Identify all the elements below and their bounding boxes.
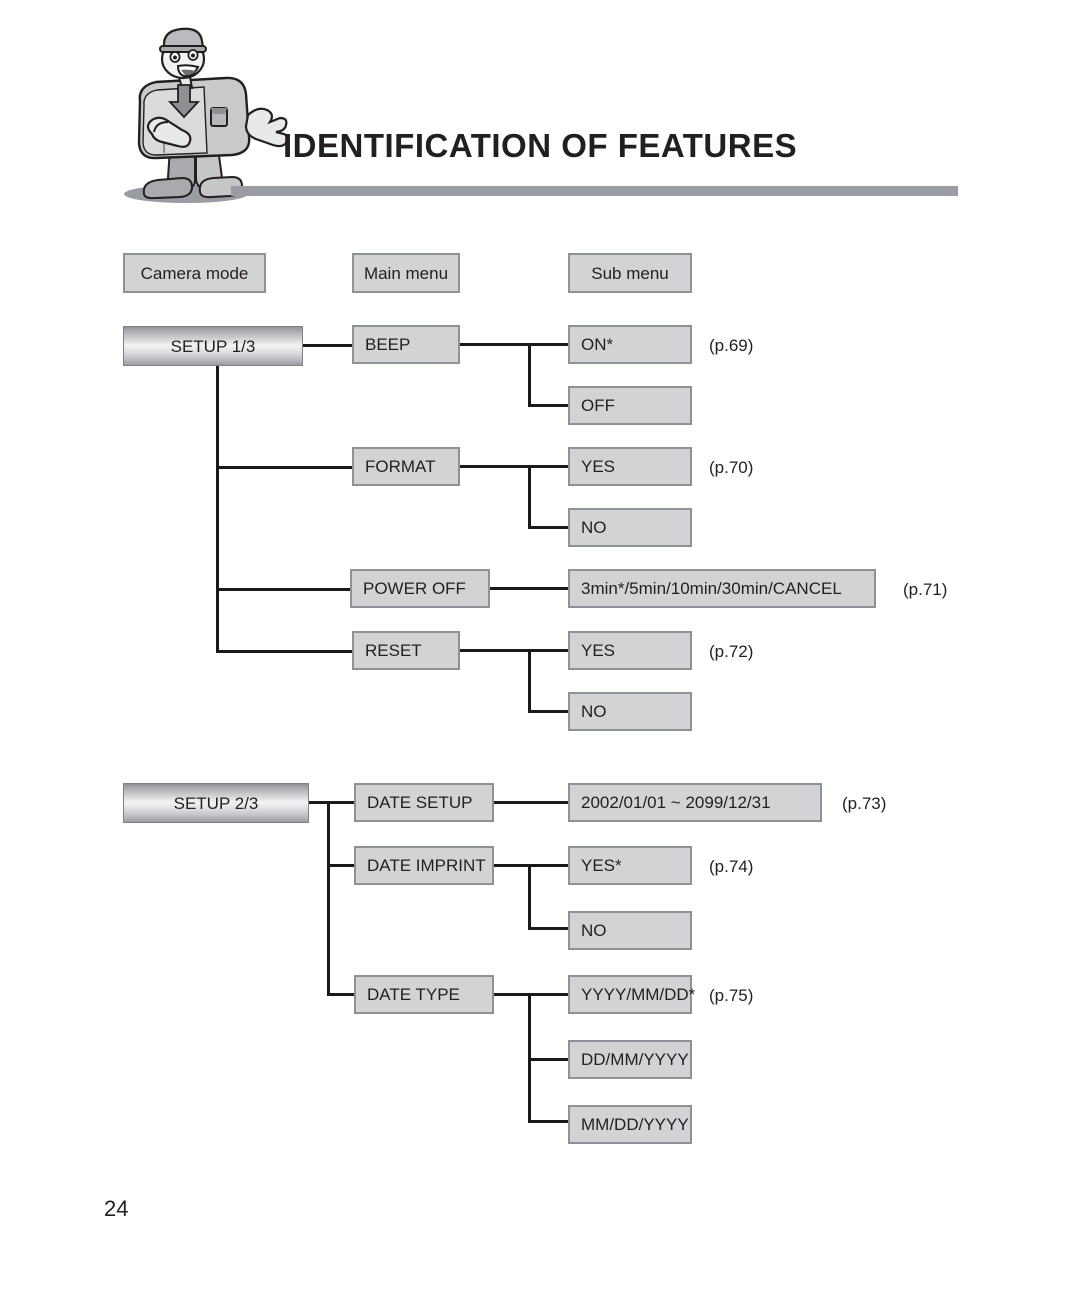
connector-beep-off (528, 404, 568, 407)
main-menu-label: RESET (365, 641, 422, 660)
connector-trunk-to-date-type (327, 993, 354, 996)
branch-line-date-imprint (528, 864, 531, 929)
sub-menu-box-date-type-mmddyyyy[interactable]: MM/DD/YYYY (568, 1105, 692, 1144)
main-menu-box-date-setup[interactable]: DATE SETUP (354, 783, 494, 822)
connector-reset-no (528, 710, 568, 713)
sub-menu-label: YYYY/MM/DD* (581, 985, 696, 1004)
main-menu-box-date-imprint[interactable]: DATE IMPRINT (354, 846, 494, 885)
mode-box-setup-1-3[interactable]: SETUP 1/3 (123, 326, 303, 366)
main-menu-label: FORMAT (365, 457, 436, 476)
branch-line-format (528, 465, 531, 528)
main-menu-label: DATE SETUP (367, 793, 473, 812)
column-header-label: Main menu (363, 263, 449, 283)
page-ref-beep: (p.69) (709, 336, 754, 355)
connector-format-to-subs (460, 465, 568, 468)
sub-menu-label: DD/MM/YYYY (581, 1050, 689, 1069)
connector-mode-to-beep (303, 344, 352, 347)
connector-reset-to-subs (460, 649, 568, 652)
main-menu-box-date-type[interactable]: DATE TYPE (354, 975, 494, 1014)
sub-menu-box-beep-off[interactable]: OFF (568, 386, 692, 425)
main-menu-box-power-off[interactable]: POWER OFF (350, 569, 490, 608)
column-header-sub-menu: Sub menu (568, 253, 692, 293)
page-number: 24 (104, 1196, 129, 1221)
sub-menu-label: YES (581, 641, 616, 660)
sub-menu-box-date-type-yyyymmdd[interactable]: YYYY/MM/DD* (568, 975, 696, 1014)
sub-menu-label: OFF (581, 396, 615, 415)
column-header-main-menu: Main menu (352, 253, 460, 293)
sub-menu-box-beep-on[interactable]: ON* (568, 325, 692, 364)
column-header-label: Sub menu (591, 263, 669, 283)
connector-power-off-to-sub (490, 587, 568, 590)
sub-menu-label: YES (581, 457, 616, 476)
menu-tree-diagram: Camera mode Main menu Sub menu SETUP 1/3… (0, 0, 1080, 1295)
sub-menu-box-date-range[interactable]: 2002/01/01 ~ 2099/12/31 (568, 783, 822, 822)
main-menu-box-format[interactable]: FORMAT (352, 447, 460, 486)
connector-date-imprint-to-subs (494, 864, 568, 867)
sub-menu-label: MM/DD/YYYY (581, 1115, 689, 1134)
trunk-line-setup-1 (216, 366, 219, 653)
page-ref-date-setup: (p.73) (842, 794, 887, 813)
main-menu-box-reset[interactable]: RESET (352, 631, 460, 670)
sub-menu-box-format-no[interactable]: NO (568, 508, 692, 547)
branch-line-beep (528, 343, 531, 406)
connector-format-no (528, 526, 568, 529)
sub-menu-label: NO (581, 921, 607, 940)
mode-label: SETUP 1/3 (170, 336, 256, 356)
connector-date-type-to-subs (494, 993, 568, 996)
sub-menu-label: YES* (581, 856, 622, 875)
page-ref-reset: (p.72) (709, 642, 754, 661)
sub-menu-box-reset-no[interactable]: NO (568, 692, 692, 731)
sub-menu-box-power-off-values[interactable]: 3min*/5min/10min/30min/CANCEL (568, 569, 876, 608)
sub-menu-label: NO (581, 518, 607, 537)
connector-trunk-to-format (216, 466, 352, 469)
branch-line-reset (528, 649, 531, 712)
connector-date-imprint-no (528, 927, 568, 930)
sub-menu-label: ON* (581, 335, 614, 354)
trunk-line-setup-2 (327, 801, 330, 995)
main-menu-box-beep[interactable]: BEEP (352, 325, 460, 364)
connector-date-type-mmddyyyy (528, 1120, 568, 1123)
main-menu-label: DATE IMPRINT (367, 856, 486, 875)
page-ref-power-off: (p.71) (903, 580, 948, 599)
sub-menu-box-reset-yes[interactable]: YES (568, 631, 692, 670)
column-header-label: Camera mode (140, 263, 249, 283)
sub-menu-label: 3min*/5min/10min/30min/CANCEL (581, 579, 842, 598)
mode-label: SETUP 2/3 (173, 793, 259, 813)
main-menu-label: DATE TYPE (367, 985, 460, 1004)
page-ref-format: (p.70) (709, 458, 754, 477)
sub-menu-box-date-type-ddmmyyyy[interactable]: DD/MM/YYYY (568, 1040, 692, 1079)
sub-menu-label: NO (581, 702, 607, 721)
main-menu-label: BEEP (365, 335, 411, 354)
main-menu-label: POWER OFF (363, 579, 466, 598)
sub-menu-box-format-yes[interactable]: YES (568, 447, 692, 486)
connector-trunk-to-date-imprint (327, 864, 354, 867)
connector-beep-to-subs (460, 343, 568, 346)
column-header-camera-mode: Camera mode (123, 253, 266, 293)
connector-trunk-to-reset (216, 650, 352, 653)
sub-menu-label: 2002/01/01 ~ 2099/12/31 (581, 793, 771, 812)
connector-date-type-ddmmyyyy (528, 1058, 568, 1061)
page-ref-date-imprint: (p.74) (709, 857, 754, 876)
connector-date-setup-to-sub (494, 801, 568, 804)
mode-box-setup-2-3[interactable]: SETUP 2/3 (123, 783, 309, 823)
connector-trunk-to-power-off (216, 588, 350, 591)
sub-menu-box-date-imprint-no[interactable]: NO (568, 911, 692, 950)
page-ref-date-type: (p.75) (709, 986, 754, 1005)
connector-mode-to-date-setup (309, 801, 354, 804)
sub-menu-box-date-imprint-yes[interactable]: YES* (568, 846, 692, 885)
